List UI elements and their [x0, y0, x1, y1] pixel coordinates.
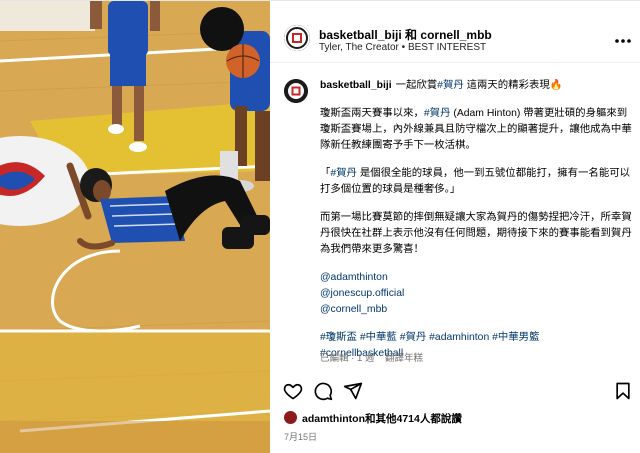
more-options-button[interactable]	[614, 31, 632, 47]
audio-artist: Tyler, The Creator	[319, 42, 399, 53]
caption-text: 是個很全能的球員，他一到五號位都能打，擁有一名能可以打多個位置的球員是種奢侈。」	[320, 168, 630, 195]
likes-summary[interactable]: adamthinton和其他4714人都說讚	[284, 411, 462, 429]
post-caption-area: basketball_biji 一起欣賞#賀丹 這兩天的精彩表現🔥 瓊斯盃兩天賽事…	[270, 63, 640, 373]
liker-username[interactable]: adamthinton	[302, 413, 365, 425]
audio-separator: •	[401, 42, 406, 53]
basketball-court-image	[0, 1, 270, 453]
post-caption: basketball_biji 一起欣賞#賀丹 這兩天的精彩表現🔥 瓊斯盃兩天賽事…	[320, 78, 632, 374]
like-button[interactable]	[283, 381, 303, 401]
liker-avatar	[284, 411, 297, 424]
caption-mentions: @adamthinton @jonescup.official @cornell…	[320, 270, 632, 318]
audio-attribution[interactable]: Tyler, The Creator • BEST INTEREST	[319, 42, 486, 53]
mention-link[interactable]: @adamthinton	[320, 272, 388, 283]
caption-avatar[interactable]	[284, 79, 308, 103]
caption-meta: 已編輯 · 1 週 翻譯年糕	[320, 350, 423, 364]
instagram-post-window: basketball_biji 和 cornell_mbb Tyler, The…	[0, 0, 640, 453]
mention-link[interactable]: @jonescup.official	[320, 288, 404, 299]
caption-paragraph-1: 瓊斯盃兩天賽事以來，#賀丹 (Adam Hinton) 帶著更壯碩的身軀來到瓊斯…	[320, 106, 632, 154]
hashtag-link[interactable]: #賀丹	[330, 168, 357, 179]
caption-first-line: basketball_biji 一起欣賞#賀丹 這兩天的精彩表現🔥	[320, 78, 632, 94]
post-actions-bar	[270, 377, 640, 407]
hashtag-link[interactable]: #賀丹	[437, 80, 464, 91]
bookmark-icon	[616, 382, 630, 400]
hashtag-link[interactable]: #瓊斯盃	[320, 332, 357, 343]
post-age[interactable]: 1 週	[357, 353, 374, 364]
coauthor-username[interactable]: cornell_mbb	[420, 28, 491, 42]
caption-username[interactable]: basketball_biji	[320, 80, 392, 91]
hashtag-link[interactable]: #賀丹	[424, 108, 451, 119]
meta-dot: ·	[351, 353, 355, 364]
audio-track: BEST INTEREST	[407, 42, 487, 53]
comment-icon	[314, 382, 333, 401]
post-date[interactable]: 7月15日	[284, 430, 317, 443]
save-button[interactable]	[613, 381, 633, 401]
post-side-panel: basketball_biji 和 cornell_mbb Tyler, The…	[270, 1, 640, 453]
caption-text: 這兩天的精彩表現🔥	[466, 80, 563, 91]
hashtag-link[interactable]: #中華男籃	[492, 332, 539, 343]
edited-label: 已編輯	[320, 353, 349, 364]
authors-connector: 和	[405, 28, 418, 42]
caption-text: 一起欣賞	[395, 80, 438, 91]
translate-link[interactable]: 翻譯年糕	[385, 353, 423, 364]
account-username[interactable]: basketball_biji	[319, 28, 402, 42]
share-button[interactable]	[343, 381, 363, 401]
hashtag-link[interactable]: #adamhinton	[429, 332, 489, 343]
caption-text: 瓊斯盃兩天賽事以來，	[320, 108, 424, 119]
mention-link[interactable]: @cornell_mbb	[320, 304, 387, 315]
basketball-biji-logo-icon	[284, 79, 308, 103]
hashtag-link[interactable]: #賀丹	[400, 332, 427, 343]
caption-text: 「	[320, 168, 331, 179]
caption-paragraph-3: 而第一場比賽莫節的摔倒無疑讓大家為賀丹的傷勢捏把冷汗，所幸賀丹很快在社群上表示他…	[320, 212, 632, 255]
heart-icon	[283, 383, 303, 400]
post-photo[interactable]	[0, 1, 270, 453]
likes-count-text[interactable]: 和其他4714人都說讚	[365, 413, 462, 425]
post-header: basketball_biji 和 cornell_mbb Tyler, The…	[270, 1, 640, 63]
comment-button[interactable]	[313, 381, 333, 401]
more-horizontal-icon	[615, 39, 631, 43]
account-avatar[interactable]	[284, 25, 310, 51]
hashtag-link[interactable]: #中華藍	[360, 332, 397, 343]
post-authors: basketball_biji 和 cornell_mbb	[319, 26, 492, 43]
caption-paragraph-2: 「#賀丹 是個很全能的球員，他一到五號位都能打，擁有一名能可以打多個位置的球員是…	[320, 166, 632, 198]
send-icon	[343, 382, 363, 400]
